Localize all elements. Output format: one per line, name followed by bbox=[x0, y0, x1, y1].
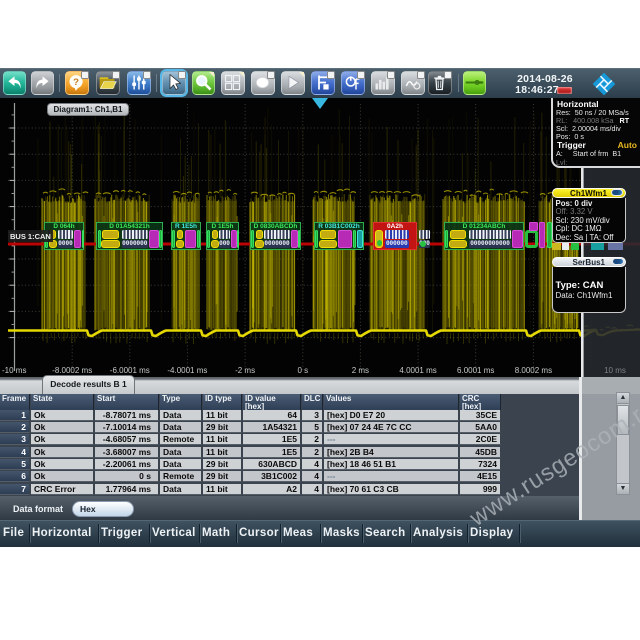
svg-text:-8.0002 ms: -8.0002 ms bbox=[52, 366, 92, 375]
svg-text:-10 ms: -10 ms bbox=[2, 366, 26, 375]
svg-text:10 ms: 10 ms bbox=[604, 366, 626, 375]
svg-text:4.0001 ms: 4.0001 ms bbox=[399, 366, 436, 375]
svg-text:6.0001 ms: 6.0001 ms bbox=[457, 366, 494, 375]
svg-text:8.0002 ms: 8.0002 ms bbox=[515, 366, 552, 375]
svg-text:?: ? bbox=[73, 77, 79, 88]
svg-text:-6.0001 ms: -6.0001 ms bbox=[110, 366, 150, 375]
svg-text:0 s: 0 s bbox=[297, 366, 308, 375]
svg-text:-4.0001 ms: -4.0001 ms bbox=[167, 366, 207, 375]
svg-text:2 ms: 2 ms bbox=[352, 366, 369, 375]
svg-text:-2 ms: -2 ms bbox=[235, 366, 255, 375]
